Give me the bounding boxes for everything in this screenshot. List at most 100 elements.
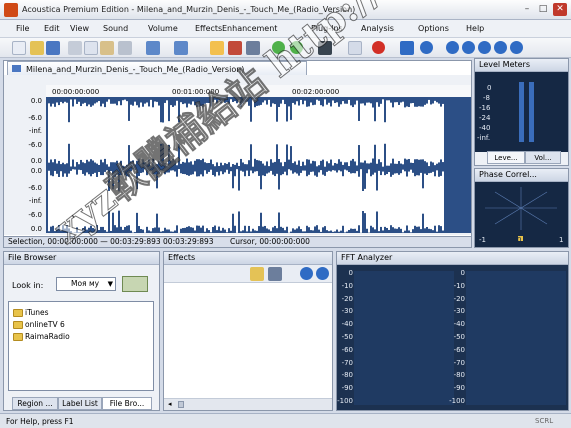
- fft-scale-label: -20: [453, 294, 465, 303]
- tab-level[interactable]: Leve...: [487, 151, 525, 164]
- menu-edit[interactable]: Edit: [44, 24, 60, 33]
- waveform-sample: [306, 176, 308, 226]
- scroll-thumb[interactable]: [178, 401, 184, 408]
- marker-icon[interactable]: [348, 41, 362, 55]
- menu-volume[interactable]: Volume: [148, 24, 178, 33]
- waveform-sample: [264, 100, 266, 166]
- effects-list[interactable]: [164, 283, 332, 398]
- waveform-sample: [402, 169, 404, 233]
- waveform-sample: [406, 106, 408, 160]
- tab-region[interactable]: Region ...: [12, 397, 58, 410]
- menu-options[interactable]: Options: [418, 24, 449, 33]
- waveform-sample: [398, 104, 400, 162]
- waveform-sample: [232, 188, 234, 214]
- menu-help[interactable]: Help: [466, 24, 484, 33]
- waveform-sample: [282, 174, 284, 228]
- loop-icon[interactable]: [400, 41, 414, 55]
- save-icon[interactable]: [46, 41, 60, 55]
- preset-icon[interactable]: [268, 267, 282, 281]
- db-scale-label: 0.0: [31, 167, 42, 175]
- waveform-sample: [356, 171, 358, 231]
- menu-analysis[interactable]: Analysis: [361, 24, 394, 33]
- stop-icon[interactable]: [478, 41, 491, 54]
- waveform-sample: [308, 106, 310, 160]
- menu-view[interactable]: View: [70, 24, 89, 33]
- waveform-sample: [278, 106, 280, 160]
- menu-file[interactable]: File: [16, 24, 29, 33]
- waveform-sample: [182, 173, 184, 229]
- folder-icon: [13, 321, 23, 329]
- minimize-button[interactable]: –: [520, 3, 534, 16]
- open-folder-icon[interactable]: [250, 267, 264, 281]
- waveform-sample: [194, 171, 196, 231]
- fft-scale-label: -60: [341, 345, 353, 354]
- waveform-sample: [360, 169, 362, 233]
- cut-icon[interactable]: [68, 41, 82, 55]
- waveform-sample: [382, 99, 384, 167]
- waveform-sample: [66, 102, 68, 164]
- menu-effects[interactable]: Effects: [195, 24, 222, 33]
- db-scale-label: 0.0: [31, 157, 42, 165]
- waveform-sample: [418, 175, 420, 227]
- list-item[interactable]: iTunes: [13, 308, 49, 317]
- delete-icon[interactable]: [118, 41, 132, 55]
- waveform-sample: [340, 104, 342, 162]
- waveform-sample: [250, 121, 252, 145]
- forward-icon[interactable]: [494, 41, 507, 54]
- waveform-sample: [236, 169, 238, 233]
- waveform-sample: [192, 174, 194, 228]
- end-icon[interactable]: [510, 41, 523, 54]
- undo-icon[interactable]: [146, 41, 160, 55]
- waveform-sample: [324, 175, 326, 227]
- waveform-sample: [414, 176, 416, 226]
- waveform-sample: [394, 102, 396, 164]
- pause-icon[interactable]: [462, 41, 475, 54]
- waveform-sample: [180, 173, 182, 229]
- tab-label-list[interactable]: Label List: [58, 397, 102, 410]
- waveform-sample: [50, 106, 52, 160]
- fft-scale-label: -60: [453, 345, 465, 354]
- copy-icon[interactable]: [84, 41, 98, 55]
- tab-file-browser[interactable]: File Bro...: [102, 397, 152, 410]
- waveform-sample: [326, 171, 328, 231]
- waveform-sample: [386, 174, 388, 228]
- select-tool-icon[interactable]: [210, 41, 224, 55]
- waveform-sample: [252, 173, 254, 229]
- waveform-sample: [268, 99, 270, 167]
- waveform-sample: [298, 105, 300, 161]
- play-icon[interactable]: [300, 267, 313, 280]
- waveform-sample: [310, 102, 312, 164]
- waveform-sample: [248, 176, 250, 226]
- effects-scrollbar[interactable]: ◂: [164, 398, 332, 410]
- folder-up-button[interactable]: [122, 276, 148, 292]
- fft-scale-label: -50: [341, 333, 353, 341]
- menu-sound[interactable]: Sound: [103, 24, 128, 33]
- stop-icon[interactable]: [316, 267, 329, 280]
- paste-icon[interactable]: [100, 41, 114, 55]
- list-item[interactable]: onlineTV 6: [13, 320, 65, 329]
- db-scale-label: -6.0: [28, 211, 42, 219]
- maximize-button[interactable]: □: [536, 3, 550, 16]
- open-folder-icon[interactable]: [30, 41, 44, 55]
- record-icon[interactable]: [372, 41, 385, 54]
- new-file-icon[interactable]: [12, 41, 26, 55]
- waveform-sample: [238, 190, 240, 212]
- rewind-icon[interactable]: [420, 41, 433, 54]
- redo-icon[interactable]: [174, 41, 188, 55]
- waveform-sample: [52, 103, 54, 163]
- waveform-sample: [286, 121, 288, 145]
- tab-volume[interactable]: Vol...: [525, 151, 561, 164]
- waveform-sample: [88, 104, 90, 162]
- close-button[interactable]: ✕: [553, 3, 567, 16]
- fft-scale-label: -20: [341, 294, 353, 303]
- waveform-sample: [296, 173, 298, 229]
- look-in-select[interactable]: Моя му ▼: [56, 277, 116, 291]
- waveform-sample: [262, 175, 264, 227]
- waveform-sample: [384, 122, 386, 144]
- list-item[interactable]: RaimaRadio: [13, 332, 70, 341]
- waveform-sample: [396, 102, 398, 164]
- play-icon[interactable]: [446, 41, 459, 54]
- waveform-sample: [262, 102, 264, 164]
- waveform-sample: [94, 103, 96, 163]
- scroll-left-icon[interactable]: ◂: [168, 400, 172, 408]
